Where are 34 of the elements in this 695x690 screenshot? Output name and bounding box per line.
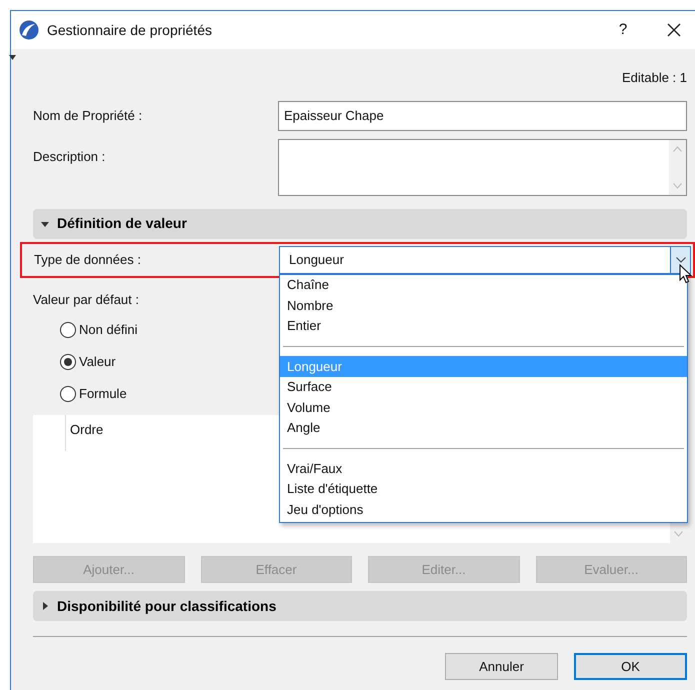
radio-button[interactable] (60, 322, 76, 338)
dropdown-option[interactable]: Surface (280, 376, 687, 397)
section-header[interactable]: Définition de valeur (33, 208, 687, 238)
window-title: Gestionnaire de propriétés (47, 20, 213, 40)
help-button[interactable]: ? (613, 18, 633, 42)
close-icon[interactable] (667, 23, 681, 37)
field-label: Description : (33, 148, 106, 166)
column-header: Ordre (69, 422, 104, 437)
description-field[interactable] (278, 138, 687, 196)
chevron-down-icon (676, 256, 686, 262)
dropdown-option[interactable]: Vrai/Faux (280, 458, 687, 478)
dropdown-option[interactable]: Jeu d'options (280, 499, 687, 520)
section-header[interactable]: Disponibilité pour classifications (33, 591, 687, 621)
radio-button[interactable] (60, 386, 76, 402)
radio-option[interactable]: Valeur (60, 352, 116, 372)
dropdown-option[interactable]: Angle (280, 418, 687, 438)
field-label: Type de données : (34, 250, 142, 269)
editable-count: Editable : 1 (622, 69, 687, 87)
radio-option[interactable]: Non défini (60, 320, 138, 340)
app-logo-icon (19, 20, 39, 40)
dialog-button[interactable]: Annuler (445, 653, 558, 680)
radio-option[interactable]: Formule (60, 384, 127, 404)
radio-button[interactable] (60, 354, 76, 370)
dropdown-option[interactable]: Entier (280, 316, 687, 336)
dropdown-option[interactable]: Liste d'étiquette (280, 478, 687, 499)
field-label: Valeur par défaut : (33, 290, 139, 309)
dropdown-option[interactable]: Volume (280, 397, 687, 418)
property-name-field[interactable]: Epaisseur Chape (278, 100, 687, 130)
dialog-button[interactable]: OK (574, 653, 687, 680)
caret-down-icon (41, 220, 49, 228)
caret-down-icon[interactable] (9, 55, 16, 60)
dropdown-option[interactable]: Nombre (280, 295, 687, 316)
caret-right-icon (41, 602, 49, 610)
field-label: Nom de Propriété : (33, 106, 144, 125)
